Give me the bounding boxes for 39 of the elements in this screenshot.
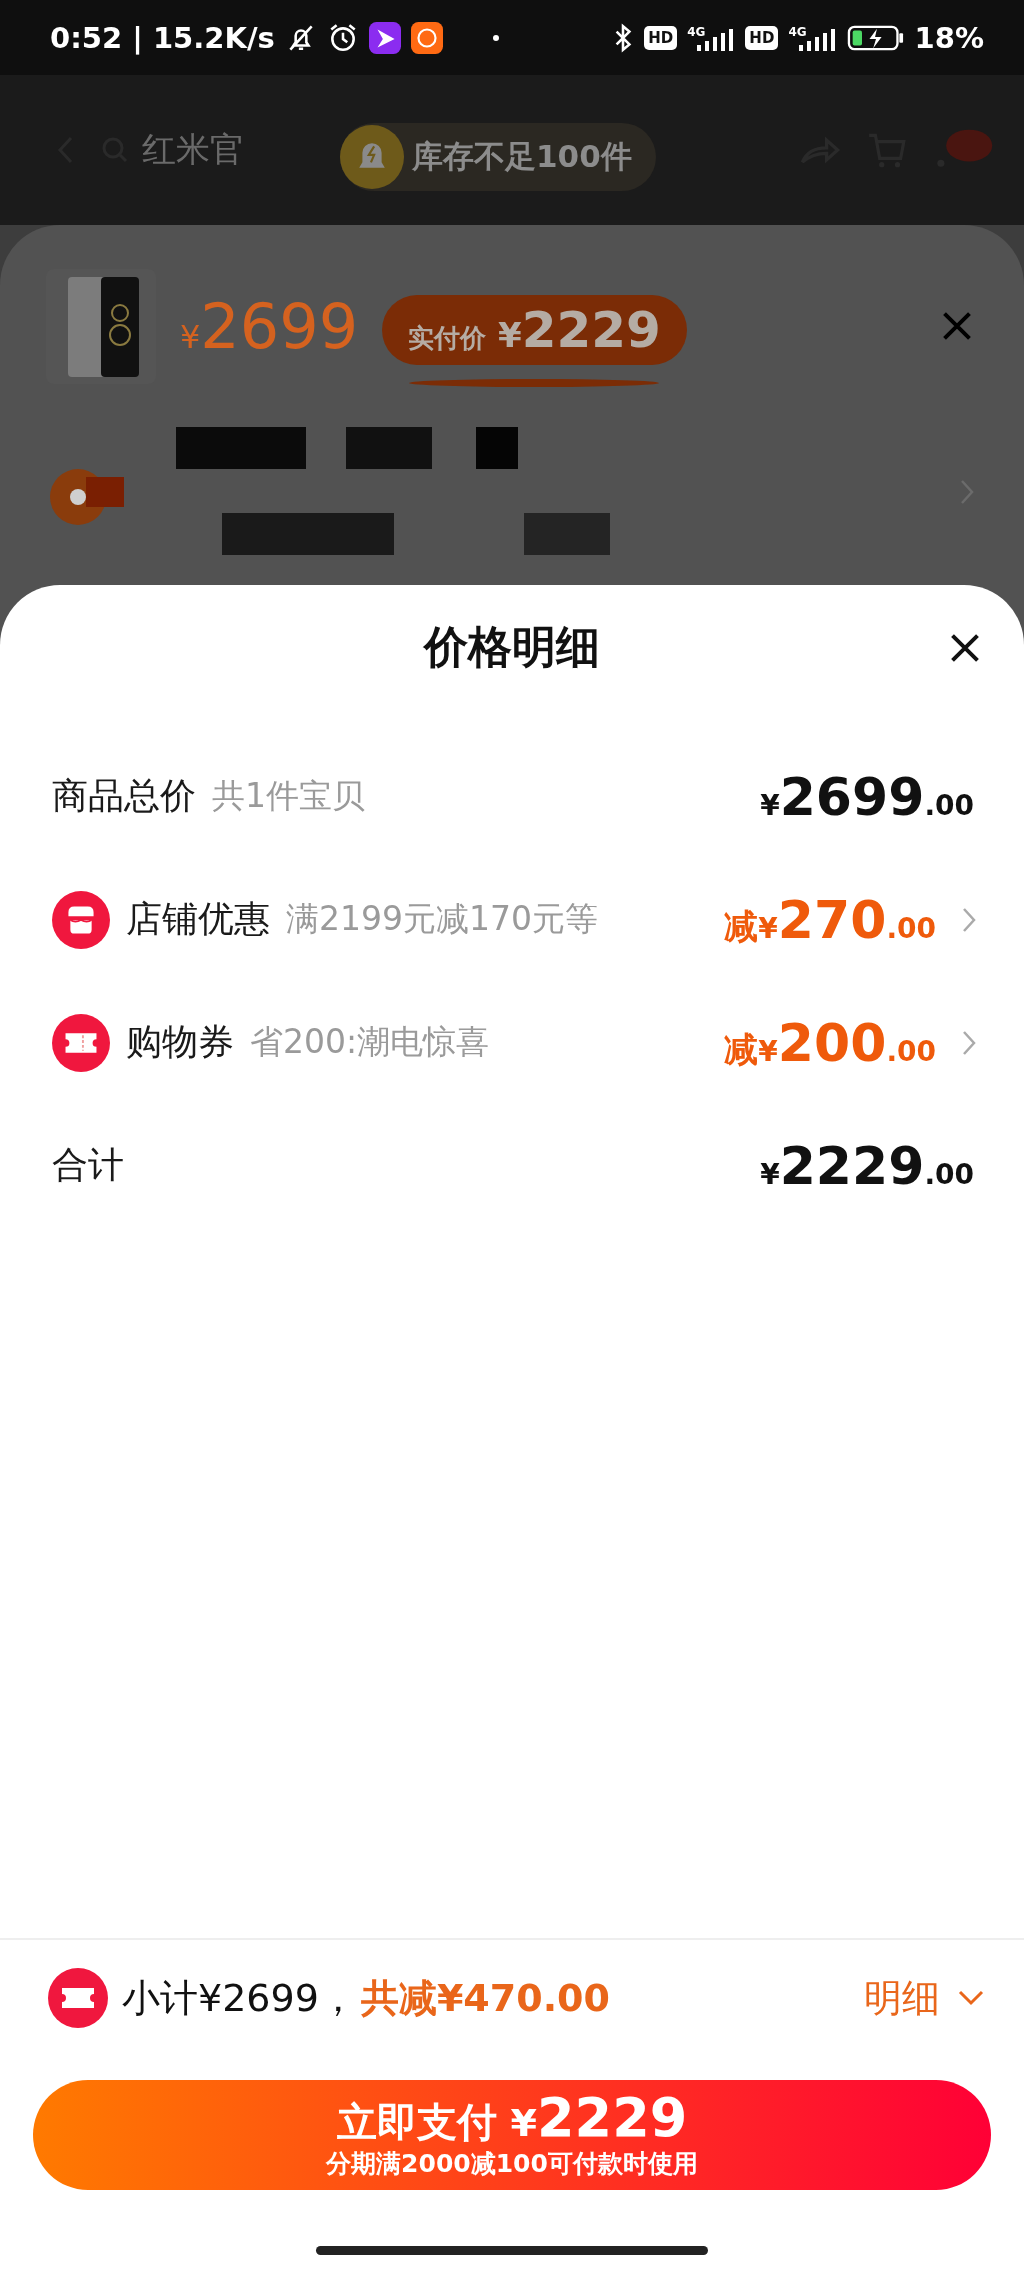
battery-charging-icon bbox=[846, 23, 905, 52]
network-type: 4G bbox=[687, 24, 706, 39]
ticket-icon bbox=[52, 1013, 110, 1072]
bell-icon bbox=[340, 125, 404, 189]
row-label: 商品总价 bbox=[52, 774, 196, 818]
hd-badge: HD bbox=[644, 25, 678, 50]
app-icon bbox=[410, 21, 443, 54]
final-price-badge: 实付价 ¥2229 bbox=[382, 295, 687, 365]
dot-icon bbox=[492, 34, 499, 41]
row-amount: 减¥270.00 bbox=[724, 889, 936, 950]
stock-toast: 库存不足100件 bbox=[340, 123, 656, 191]
search-text[interactable]: 红米官 bbox=[142, 127, 244, 173]
battery-percent: 18% bbox=[914, 20, 984, 55]
app-icon bbox=[368, 21, 401, 54]
row-label: 合计 bbox=[52, 1143, 124, 1187]
pay-now-button[interactable]: 立即支付 ¥2229 分期满2000减100可付款时使用 bbox=[33, 2080, 991, 2190]
hd-badge: HD bbox=[745, 25, 779, 50]
network-type: 4G bbox=[788, 24, 807, 39]
row-amount: ¥2229.00 bbox=[760, 1135, 974, 1196]
chevron-right-icon[interactable] bbox=[962, 906, 976, 933]
store-icon bbox=[52, 890, 110, 949]
status-clock: 0:52 | 15.2K/s bbox=[50, 20, 275, 55]
row-note: 省200:潮电惊喜 bbox=[250, 1021, 490, 1063]
ticket-icon bbox=[48, 1968, 108, 2028]
product-price: ¥2699 bbox=[180, 289, 359, 363]
subtotal-text: 小计¥2699， bbox=[122, 1974, 357, 2022]
chevron-right-icon[interactable] bbox=[962, 1029, 976, 1056]
row-label: 店铺优惠 bbox=[126, 897, 270, 941]
row-amount: 减¥200.00 bbox=[724, 1012, 936, 1073]
row-amount: ¥2699.00 bbox=[760, 766, 974, 827]
row-label: 购物券 bbox=[126, 1020, 234, 1064]
row-note: 满2199元减170元等 bbox=[286, 898, 598, 940]
total-saving: 共减¥470.00 bbox=[360, 1974, 610, 2022]
chevron-right-icon[interactable] bbox=[960, 479, 974, 505]
chevron-down-icon bbox=[958, 1990, 984, 2006]
home-indicator[interactable] bbox=[316, 2246, 708, 2255]
row-note: 共1件宝贝 bbox=[212, 775, 365, 817]
details-toggle[interactable]: 明细 bbox=[864, 1972, 984, 2024]
sheet-title: 价格明细 bbox=[424, 620, 600, 674]
